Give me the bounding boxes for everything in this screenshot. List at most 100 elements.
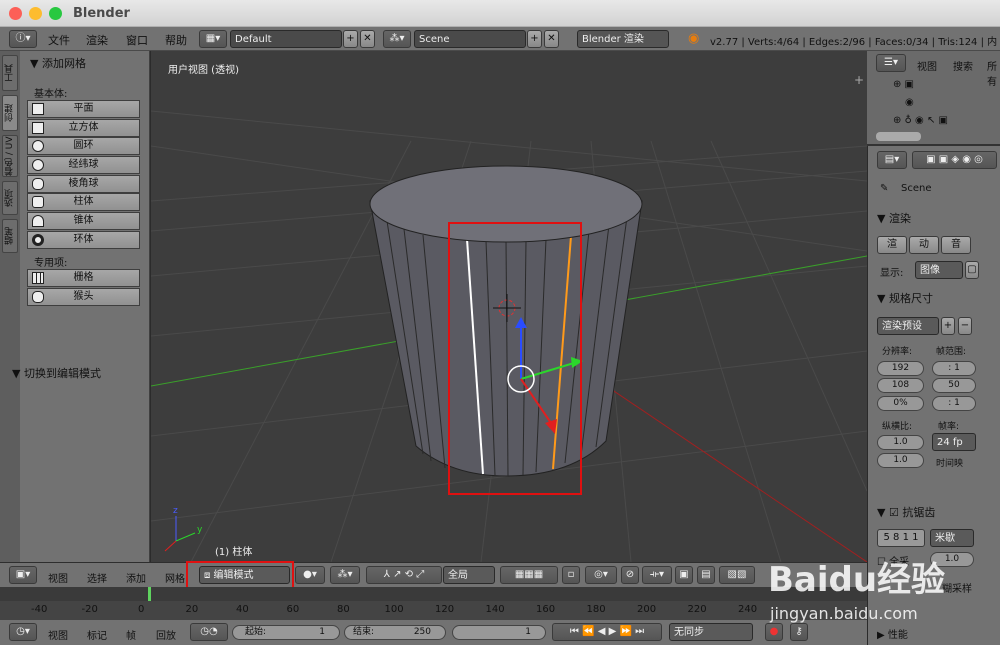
cube-icon — [32, 122, 44, 134]
add-ico-sphere-button[interactable]: 棱角球 — [27, 175, 140, 193]
menu-help[interactable]: 帮助 — [165, 32, 187, 48]
start-frame-field[interactable]: 起始: 1 — [232, 625, 340, 640]
add-grid-button[interactable]: 栅格 — [27, 269, 140, 287]
world-item-icon[interactable]: ◉ — [905, 97, 914, 108]
render-animation-button[interactable]: 动 — [909, 236, 939, 254]
tab-shading-uv[interactable]: 着色 / UV — [2, 135, 18, 177]
timeline[interactable]: -40 -20 0 20 40 60 80 100 120 140 160 180 200 220 240 — [0, 587, 867, 620]
aspect-x-field[interactable]: 1.0 — [877, 435, 924, 450]
render-panel-title[interactable]: ▼ 渲染 — [877, 210, 911, 226]
properties-editor-type-button[interactable]: ▤▾ — [877, 151, 907, 169]
tab-options[interactable]: 选项 — [2, 181, 18, 215]
resolution-y-field[interactable]: 108 — [877, 378, 924, 393]
add-cylinder-button[interactable]: 柱体 — [27, 193, 140, 211]
resolution-x-field[interactable]: 192 — [877, 361, 924, 376]
add-torus-button[interactable]: 环体 — [27, 231, 140, 249]
render-anim-icon[interactable]: ▧▧ — [719, 566, 755, 584]
editor-type-button[interactable]: ⓘ▾ — [9, 30, 37, 48]
menu-select[interactable]: 选择 — [87, 570, 107, 585]
pin-icon[interactable]: ✎ — [880, 183, 888, 194]
close-window-button[interactable] — [9, 7, 22, 20]
add-uv-sphere-button[interactable]: 经纬球 — [27, 156, 140, 174]
add-circle-button[interactable]: 圆环 — [27, 137, 140, 155]
snap-element-select[interactable]: ⟛▾ — [642, 566, 672, 584]
tab-tools[interactable]: 工具 — [2, 55, 18, 91]
pivot-select[interactable]: ⁂▾ — [330, 566, 360, 584]
current-frame-field[interactable]: 1 — [452, 625, 546, 640]
scene-browse-button[interactable]: ⁂▾ — [383, 30, 411, 48]
properties-toggle-icon[interactable]: + — [854, 73, 864, 87]
lamp-item-icon[interactable]: ⊕ ♁ ◉ ↖ ▣ — [893, 115, 948, 126]
add-plane-button[interactable]: 平面 — [27, 100, 140, 118]
display-lock-icon[interactable]: ▢ — [965, 261, 979, 279]
render-preset-select[interactable]: 渲染预设 — [877, 317, 939, 335]
scene-name-field[interactable]: Scene — [414, 30, 526, 48]
menu-render[interactable]: 渲染 — [86, 32, 108, 48]
operator-panel-title[interactable]: ▼ 切换到编辑模式 — [12, 365, 101, 381]
orientation-select[interactable]: 全局 — [443, 566, 495, 584]
end-frame-field[interactable]: 结束: 250 — [344, 625, 446, 640]
snapshot-icon[interactable]: ▤ — [697, 566, 715, 584]
remove-layout-button[interactable]: ✕ — [360, 30, 375, 48]
playback-controls[interactable]: ⏮ ⏪ ◀ ▶ ⏩ ⏭ — [552, 623, 662, 641]
manipulator-buttons[interactable]: ⅄ ↗ ⟲ ⤢ — [366, 566, 442, 584]
render-engine-select[interactable]: Blender 渲染 — [577, 30, 669, 48]
tab-create[interactable]: 创建 — [2, 95, 18, 131]
camera-item-icon[interactable]: ⊕ ▣ — [893, 79, 914, 90]
add-mesh-panel-title[interactable]: ▼ 添加网格 — [30, 55, 86, 71]
frame-start-field[interactable]: : 1 — [932, 361, 976, 376]
menu-mesh[interactable]: 网格 — [165, 570, 185, 585]
outliner-menu-view[interactable]: 视图 — [917, 58, 937, 73]
shading-select[interactable]: ●▾ — [295, 566, 325, 584]
timeline-editor-type-button[interactable]: ◷▾ — [9, 623, 37, 641]
antialiasing-toggle[interactable]: ▼ ☑ 抗锯齿 — [877, 504, 935, 520]
sync-select[interactable]: 无同步 — [669, 623, 753, 641]
outliner-editor-type-button[interactable]: ☰▾ — [876, 54, 906, 72]
outliner-menu-all[interactable]: 所有 — [987, 58, 1000, 88]
layout-browse-button[interactable]: ▦▾ — [199, 30, 227, 48]
tl-menu-frame[interactable]: 帧 — [126, 627, 136, 642]
frame-step-field[interactable]: : 1 — [932, 396, 976, 411]
properties-context-tabs[interactable]: ▣ ▣ ◈ ◉ ◎ — [912, 151, 997, 169]
render-image-button[interactable]: 渲 — [877, 236, 907, 254]
display-select[interactable]: 图像 — [915, 261, 963, 279]
menu-view[interactable]: 视图 — [48, 570, 68, 585]
minimize-window-button[interactable] — [29, 7, 42, 20]
proportional-edit-select[interactable]: ◎▾ — [585, 566, 617, 584]
preview-range-button[interactable]: ◷◔ — [190, 623, 228, 641]
remove-preset-button[interactable]: − — [958, 317, 972, 335]
maximize-window-button[interactable] — [49, 7, 62, 20]
viewport-editor-type-button[interactable]: ▣▾ — [9, 566, 37, 584]
add-cone-button[interactable]: 锥体 — [27, 212, 140, 230]
add-monkey-button[interactable]: 猴头 — [27, 288, 140, 306]
add-scene-button[interactable]: + — [527, 30, 542, 48]
layout-name-field[interactable]: Default — [230, 30, 342, 48]
aspect-y-field[interactable]: 1.0 — [877, 453, 924, 468]
menu-window[interactable]: 窗口 — [126, 32, 148, 48]
select-mode-icon[interactable]: ▫ — [562, 566, 580, 584]
timeline-scrollbar[interactable] — [0, 587, 867, 601]
outliner-scrollbar[interactable] — [876, 132, 921, 141]
menu-add[interactable]: 添加 — [126, 570, 146, 585]
frame-end-field[interactable]: 50 — [932, 378, 976, 393]
current-frame-marker[interactable] — [148, 587, 151, 601]
add-layout-button[interactable]: + — [343, 30, 358, 48]
add-preset-button[interactable]: + — [941, 317, 955, 335]
resolution-percent-field[interactable]: 0% — [877, 396, 924, 411]
aa-samples-buttons[interactable]: 5 8 1 1 — [877, 529, 925, 547]
snap-icon[interactable]: ⊘ — [621, 566, 639, 584]
layer-buttons[interactable]: ▦▦▦ — [500, 566, 558, 584]
tl-menu-playback[interactable]: 回放 — [156, 627, 176, 642]
tab-grease-pencil[interactable]: 蜡笔 — [2, 219, 18, 253]
play-audio-button[interactable]: 音 — [941, 236, 971, 254]
tl-menu-marker[interactable]: 标记 — [87, 627, 107, 642]
fps-select[interactable]: 24 fp — [932, 433, 976, 451]
dimensions-panel-title[interactable]: ▼ 规格尺寸 — [877, 290, 933, 306]
add-cube-button[interactable]: 立方体 — [27, 119, 140, 137]
remove-scene-button[interactable]: ✕ — [544, 30, 559, 48]
tl-menu-view[interactable]: 视图 — [48, 627, 68, 642]
outliner-menu-search[interactable]: 搜索 — [953, 58, 973, 73]
filter-select[interactable]: 米歇 — [930, 529, 974, 547]
render-icon[interactable]: ▣ — [675, 566, 693, 584]
menu-file[interactable]: 文件 — [48, 32, 70, 48]
